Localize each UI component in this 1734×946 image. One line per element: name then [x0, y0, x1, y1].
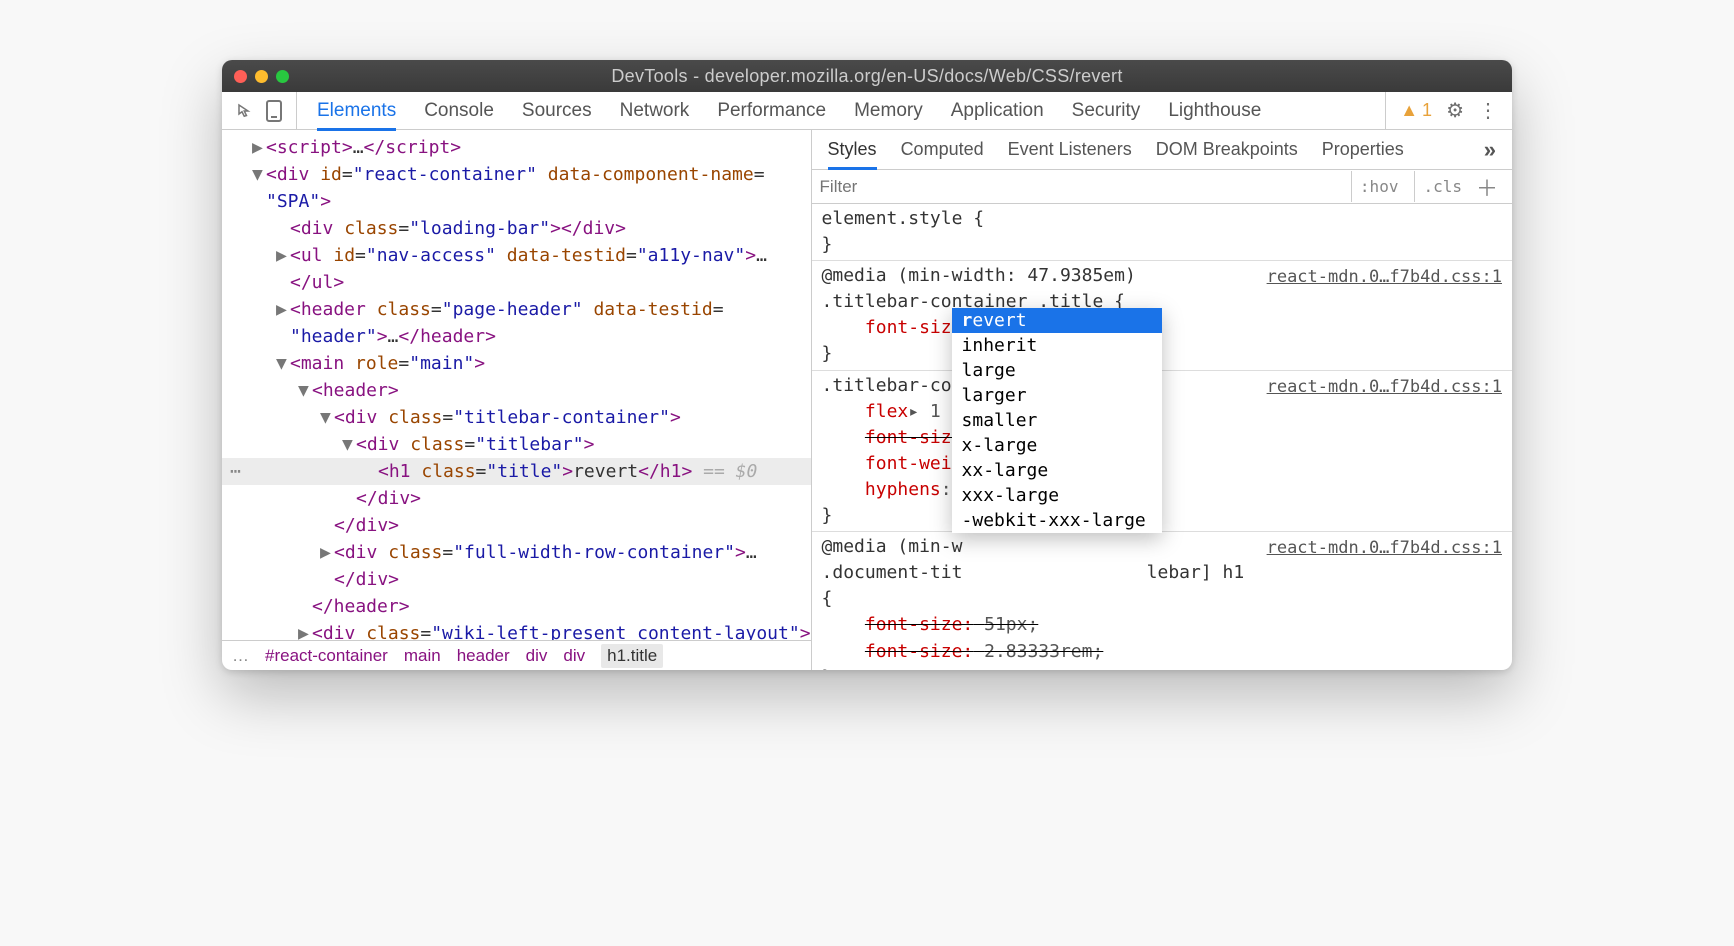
cls-toggle[interactable]: .cls [1414, 171, 1470, 202]
dom-node[interactable]: </header> [222, 593, 811, 620]
crumb-item[interactable]: div [563, 646, 585, 666]
tab-network[interactable]: Network [620, 100, 690, 122]
tab-application[interactable]: Application [951, 100, 1044, 122]
css-rule[interactable]: react-mdn.0…f7b4d.css:1.titlebar-cont fl… [812, 371, 1512, 533]
autocomplete-option[interactable]: inherit [952, 333, 1162, 358]
styles-subtabs: Styles Computed Event Listeners DOM Breakpo… [812, 130, 1512, 170]
new-rule-icon[interactable]: ＋ [1470, 171, 1504, 203]
autocomplete-option[interactable]: larger [952, 383, 1162, 408]
crumb-item[interactable]: #react-container [265, 646, 388, 666]
subtab-dom-breakpoints[interactable]: DOM Breakpoints [1156, 139, 1298, 160]
autocomplete-option[interactable]: -webkit-xxx-large [952, 508, 1162, 533]
filter-bar: :hov .cls ＋ [812, 170, 1512, 204]
dom-node[interactable]: "header">…</header> [222, 323, 811, 350]
autocomplete-option[interactable]: x-large [952, 433, 1162, 458]
source-link[interactable]: react-mdn.0…f7b4d.css:1 [1267, 265, 1502, 290]
dom-node[interactable]: ▶<script>…</script> [222, 134, 811, 161]
dom-tree[interactable]: ▶<script>…</script>▼<div id="react-conta… [222, 130, 811, 640]
dom-node[interactable]: ▶<div class="wiki-left-present content-l… [222, 620, 811, 640]
settings-icon[interactable]: ⚙ [1446, 98, 1464, 123]
autocomplete-popup[interactable]: revertinheritlargelargersmallerx-largexx… [952, 308, 1162, 533]
dom-node[interactable]: ▶<div class="full-width-row-container">… [222, 539, 811, 566]
tab-sources[interactable]: Sources [522, 100, 592, 122]
more-tabs-icon[interactable]: » [1484, 137, 1496, 163]
autocomplete-option[interactable]: xx-large [952, 458, 1162, 483]
breadcrumb[interactable]: … #react-container main header divdiv h1.titl… [222, 640, 811, 670]
dom-node[interactable]: </div> [222, 566, 811, 593]
dom-node[interactable]: ▼<header> [222, 377, 811, 404]
crumb-item[interactable]: main [404, 646, 441, 666]
device-toggle-icon[interactable] [266, 100, 282, 122]
titlebar[interactable]: DevTools - developer.mozilla.org/en-US/d… [222, 60, 1512, 92]
autocomplete-option[interactable]: smaller [952, 408, 1162, 433]
css-rule[interactable]: react-mdn.0…f7b4d.css:1@media (min-width… [812, 261, 1512, 370]
dom-node[interactable]: ▼<div class="titlebar-container"> [222, 404, 811, 431]
crumb-item[interactable]: h1.title [601, 644, 663, 668]
css-rule[interactable]: element.style {} [812, 204, 1512, 261]
tab-elements[interactable]: Elements [317, 100, 396, 122]
crumb-item[interactable]: … [232, 646, 249, 666]
filter-input[interactable] [820, 177, 1343, 197]
devtools-window: DevTools - developer.mozilla.org/en-US/d… [222, 60, 1512, 670]
source-link[interactable]: react-mdn.0…f7b4d.css:1 [1267, 536, 1502, 561]
dom-node[interactable]: ▼<main role="main"> [222, 350, 811, 377]
autocomplete-option[interactable]: xxx-large [952, 483, 1162, 508]
styles-pane: Styles Computed Event Listeners DOM Breakpo… [812, 130, 1512, 670]
styles-rules[interactable]: element.style {}react-mdn.0…f7b4d.css:1@… [812, 204, 1512, 670]
dom-node[interactable]: </div> [222, 485, 811, 512]
hov-toggle[interactable]: :hov [1351, 171, 1407, 202]
tab-memory[interactable]: Memory [854, 100, 923, 122]
autocomplete-option[interactable]: large [952, 358, 1162, 383]
subtab-styles[interactable]: Styles [828, 139, 877, 160]
dom-node[interactable]: <div class="loading-bar"></div> [222, 215, 811, 242]
window-title: DevTools - developer.mozilla.org/en-US/d… [222, 66, 1512, 87]
tab-performance[interactable]: Performance [717, 100, 826, 122]
dom-node[interactable]: <h1 class="title">revert</h1> == $0 [222, 458, 811, 485]
tab-security[interactable]: Security [1072, 100, 1141, 122]
dom-node[interactable]: "SPA"> [222, 188, 811, 215]
dom-node[interactable]: </ul> [222, 269, 811, 296]
more-icon[interactable]: ⋮ [1478, 98, 1498, 123]
tab-lighthouse[interactable]: Lighthouse [1168, 100, 1261, 122]
subtab-computed[interactable]: Computed [901, 139, 984, 160]
subtab-event-listeners[interactable]: Event Listeners [1008, 139, 1132, 160]
dom-node[interactable]: ▼<div id="react-container" data-componen… [222, 161, 811, 188]
dom-node[interactable]: ▶<ul id="nav-access" data-testid="a11y-n… [222, 242, 811, 269]
subtab-properties[interactable]: Properties [1322, 139, 1404, 160]
crumb-item[interactable]: header [457, 646, 510, 666]
elements-pane: ▶<script>…</script>▼<div id="react-conta… [222, 130, 812, 670]
main-toolbar: Elements Console Sources Network Performance… [222, 92, 1512, 130]
dom-node[interactable]: ▼<div class="titlebar"> [222, 431, 811, 458]
source-link[interactable]: react-mdn.0…f7b4d.css:1 [1267, 375, 1502, 400]
inspect-icon[interactable] [236, 101, 254, 121]
tab-console[interactable]: Console [424, 100, 494, 122]
css-rule[interactable]: react-mdn.0…f7b4d.css:1@media (min-w.doc… [812, 532, 1512, 670]
warning-badge[interactable]: ▲ 1 [1400, 100, 1432, 121]
autocomplete-option[interactable]: revert [952, 308, 1162, 333]
dom-node[interactable]: </div> [222, 512, 811, 539]
crumb-item[interactable]: div [526, 646, 548, 666]
dom-node[interactable]: ▶<header class="page-header" data-testid… [222, 296, 811, 323]
